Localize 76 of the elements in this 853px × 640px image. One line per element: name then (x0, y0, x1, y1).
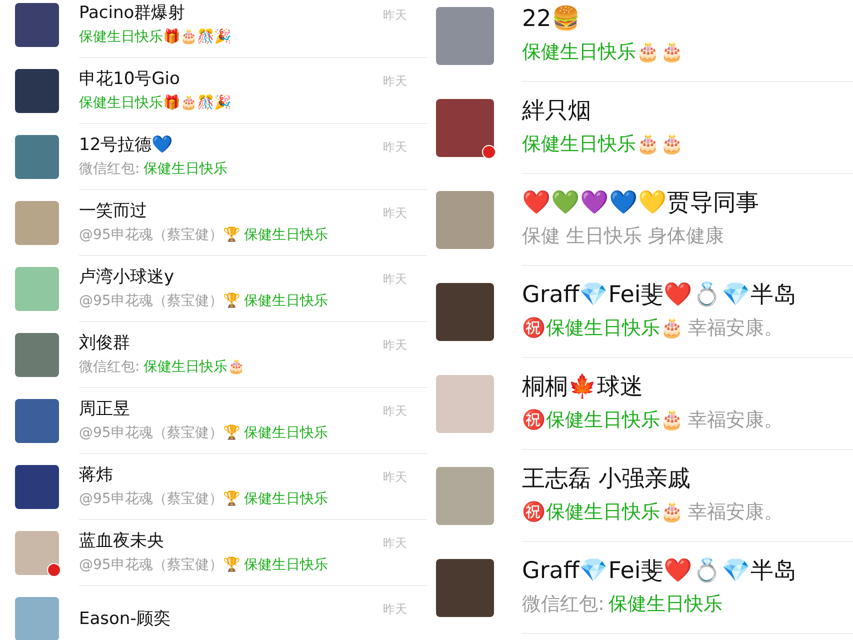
avatar-photo-placeholder (15, 267, 59, 311)
message-preview: 微信红包: 保健生日快乐 (79, 160, 229, 179)
avatar-photo-placeholder (15, 465, 59, 509)
message-preview: 保健生日快乐🎂🎂 (522, 132, 685, 158)
chat-list-item[interactable]: 卢湾小球迷y @95申花魂（蔡宝健）🏆 保健生日快乐 昨天 (0, 256, 430, 322)
chat-list-item[interactable]: 周正昱 @95申花魂（蔡宝健）🏆 保健生日快乐 昨天 (0, 388, 430, 454)
timestamp: 昨天 (383, 7, 407, 24)
contact-name: 22🍔 (522, 4, 582, 34)
chat-list-item[interactable]: 桐桐🍁球迷 ㊗保健生日快乐🎂 幸福安康。 (430, 358, 853, 450)
chat-list-item[interactable]: 一笑而过 @95申花魂（蔡宝健）🏆 保健生日快乐 昨天 (0, 190, 430, 256)
avatar-photo-placeholder (15, 333, 59, 377)
message-preview: ㊗保健生日快乐🎂 幸福安康。 (522, 316, 784, 342)
chat-list-item[interactable]: Graff💎Fei斐❤💍💎半岛 微信红包: 保健生日快乐 (430, 542, 853, 634)
message-preview: 微信红包: 保健生日快乐🎂 (79, 358, 246, 377)
contact-name: Graff💎Fei斐❤💍💎半岛 (522, 556, 798, 586)
avatar-photo-placeholder (436, 467, 494, 525)
chat-list-item[interactable]: Pacino群爆射 保健生日快乐🎁🎂🎊🎉 昨天 (0, 0, 430, 58)
contact-name: 12号拉德💙 (79, 134, 174, 157)
timestamp: 昨天 (383, 601, 407, 618)
timestamp: 昨天 (383, 535, 407, 552)
timestamp: 昨天 (383, 337, 407, 354)
contact-name: Pacino群爆射 (79, 2, 186, 25)
chat-list-item[interactable]: 王志磊 小强亲戚 ㊗保健生日快乐🎂 幸福安康。 (430, 450, 853, 542)
contact-name: 周正昱 (79, 398, 131, 421)
timestamp: 昨天 (383, 469, 407, 486)
avatar-photo-placeholder (15, 3, 59, 47)
chat-list-item[interactable]: 12号拉德💙 微信红包: 保健生日快乐 昨天 (0, 124, 430, 190)
message-preview: 微信红包: 保健生日快乐 (522, 592, 724, 618)
timestamp: 昨天 (383, 205, 407, 222)
avatar-photo-placeholder (436, 283, 494, 341)
avatar-photo-placeholder (15, 399, 59, 443)
message-preview: @95申花魂（蔡宝健）🏆 保健生日快乐 (79, 226, 329, 245)
message-preview: @95申花魂（蔡宝健）🏆 保健生日快乐 (79, 556, 329, 575)
contact-name: 桐桐🍁球迷 (522, 372, 644, 402)
avatar-photo-placeholder (436, 7, 494, 65)
contact-name: Eason-顾奕 (79, 608, 172, 630)
avatar-photo-placeholder (436, 375, 494, 433)
contact-name: Graff💎Fei斐❤💍💎半岛 (522, 280, 798, 310)
chat-list-item[interactable]: 刘俊群 微信红包: 保健生日快乐🎂 昨天 (0, 322, 430, 388)
contact-name: 絆只烟 (522, 97, 592, 126)
timestamp: 昨天 (383, 73, 407, 90)
avatar-photo-placeholder (15, 135, 59, 179)
message-preview: ㊗保健生日快乐🎂 幸福安康。 (522, 500, 784, 526)
avatar-photo-placeholder (15, 597, 59, 640)
message-preview: ㊗保健生日快乐🎂 幸福安康。 (522, 408, 784, 434)
chat-list-item[interactable]: 申花10号Gio 保健生日快乐🎁🎂🎊🎉 昨天 (0, 58, 430, 124)
avatar-photo-placeholder (15, 531, 59, 575)
chat-list-item[interactable]: Graff💎Fei斐❤💍💎半岛 ㊗保健生日快乐🎂 幸福安康。 (430, 266, 853, 358)
chat-list-item[interactable]: 蓝血夜未央 @95申花魂（蔡宝健）🏆 保健生日快乐 昨天 (0, 520, 430, 586)
chat-list-item[interactable]: Eason-顾奕 昨天 (0, 586, 430, 640)
message-preview: @95申花魂（蔡宝健）🏆 保健生日快乐 (79, 490, 329, 509)
contact-name: 卢湾小球迷y (79, 266, 176, 289)
avatar-photo-placeholder (15, 201, 59, 245)
contact-name: 刘俊群 (79, 332, 131, 355)
timestamp: 昨天 (383, 403, 407, 420)
chat-list-item[interactable]: ❤💚💜💙💛贾导同事 保健 生日快乐 身体健康 (430, 174, 853, 266)
contact-name: 蓝血夜未央 (79, 530, 165, 553)
message-preview: 保健 生日快乐 身体健康 (522, 224, 726, 250)
message-preview: @95申花魂（蔡宝健）🏆 保健生日快乐 (79, 292, 329, 311)
contact-name: 申花10号Gio (79, 68, 181, 91)
avatar-photo-placeholder (436, 559, 494, 617)
avatar-photo-placeholder (15, 69, 59, 113)
chat-list-item[interactable]: 絆只烟 保健生日快乐🎂🎂 (430, 82, 853, 174)
timestamp: 昨天 (383, 271, 407, 288)
contact-name: ❤💚💜💙💛贾导同事 (522, 189, 760, 218)
message-preview: 保健生日快乐🎂🎂 (522, 40, 685, 66)
message-preview: 保健生日快乐🎁🎂🎊🎉 (79, 27, 232, 47)
message-preview: 保健生日快乐🎁🎂🎊🎉 (79, 93, 232, 113)
avatar-photo-placeholder (436, 99, 494, 157)
timestamp: 昨天 (383, 139, 407, 156)
contact-name: 王志磊 小强亲戚 (522, 465, 692, 494)
contact-name: 蒋炜 (79, 464, 114, 487)
chat-list-item[interactable]: 蒋炜 @95申花魂（蔡宝健）🏆 保健生日快乐 昨天 (0, 454, 430, 520)
avatar-photo-placeholder (436, 191, 494, 249)
contact-name: 一笑而过 (79, 200, 148, 223)
message-preview: @95申花魂（蔡宝健）🏆 保健生日快乐 (79, 424, 329, 443)
